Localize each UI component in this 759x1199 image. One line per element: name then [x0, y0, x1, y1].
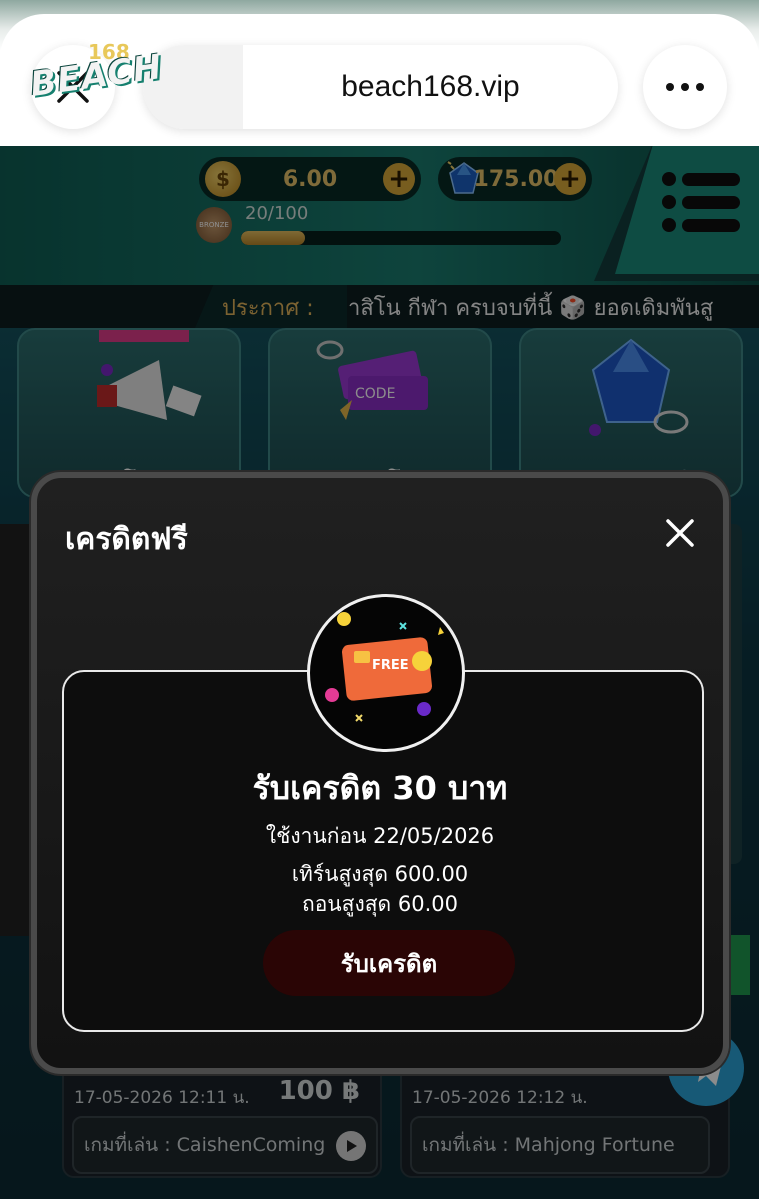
browser-more-button[interactable] [643, 45, 727, 129]
reward-expiry: ใช้งานก่อน 22/05/2026 [265, 824, 495, 848]
modal-title: เครดิตฟรี [65, 522, 188, 557]
reward-max-turnover: เทิร์นสูงสุด 600.00 [291, 862, 469, 886]
free-credit-badge: FREE [307, 594, 465, 752]
reward-title: รับเครดิต 30 บาท [252, 769, 508, 807]
address-bar[interactable]: beach168.vip [143, 45, 618, 129]
credit-card-icon: FREE [325, 612, 444, 722]
free-credit-modal: เครดิตฟรี FREE รับเครดิต 30 บาท ใช้งานก่… [31, 472, 729, 1074]
beach168-logo[interactable]: 168 BEACH [26, 34, 165, 126]
reward-max-withdraw: ถอนสูงสุด 60.00 [301, 892, 458, 916]
logo-text: BEACH [27, 46, 165, 106]
card-free-text: FREE [372, 658, 409, 673]
claim-credit-button[interactable]: รับเครดิต [263, 930, 515, 996]
url-text: beach168.vip [341, 70, 520, 103]
more-dots-icon [666, 83, 704, 91]
close-icon[interactable] [663, 516, 697, 550]
